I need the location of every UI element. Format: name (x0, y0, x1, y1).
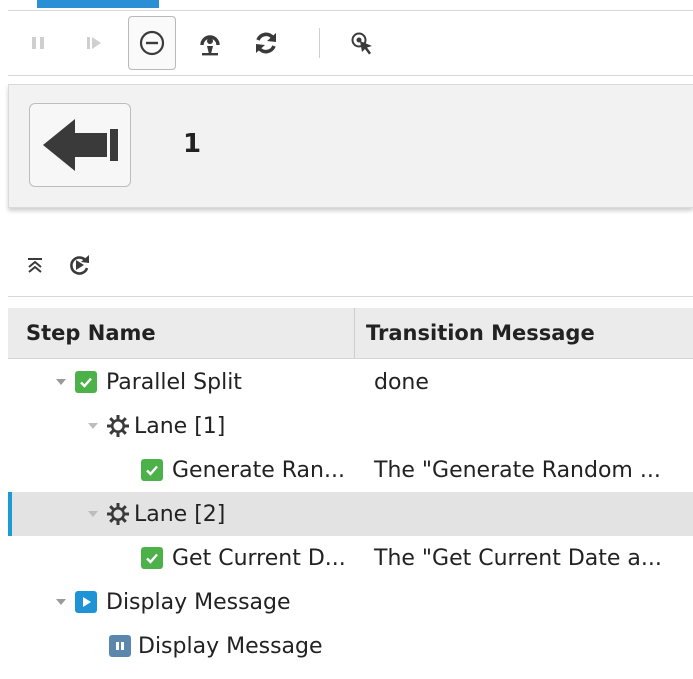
step-forward-icon (87, 37, 101, 49)
gear-icon (106, 414, 130, 438)
back-button[interactable] (29, 103, 131, 187)
pause-icon (108, 634, 132, 658)
step-name: Lane [2] (134, 501, 226, 527)
pause-button[interactable] (14, 16, 62, 70)
transition-message: The "Generate Random ... (374, 457, 661, 483)
replay-button[interactable] (64, 248, 94, 282)
pause-icon (32, 37, 44, 49)
check-icon (140, 458, 164, 482)
tree-toolbar (20, 248, 140, 282)
execution-toolbar (8, 16, 693, 74)
grid-header: Step Name Transition Message (8, 308, 693, 359)
reassign-button[interactable] (186, 16, 234, 70)
check-icon (140, 546, 164, 570)
cancel-icon (139, 30, 165, 56)
step-name: Generate Ran... (172, 457, 345, 483)
tree-row[interactable]: Lane [1] (8, 404, 693, 448)
collapse-all-icon (28, 258, 42, 273)
cursor-target-icon (351, 32, 372, 55)
play-icon (74, 590, 98, 614)
check-icon (74, 370, 98, 394)
column-header-transition-message[interactable]: Transition Message (366, 308, 595, 358)
step-forward-button[interactable] (70, 16, 118, 70)
step-name: Lane [1] (134, 413, 226, 439)
back-arrow-icon (43, 119, 118, 171)
tree-row[interactable]: Parallel Split done (8, 360, 693, 404)
tree-row[interactable]: Display Message (8, 624, 693, 668)
refresh-icon (256, 32, 276, 54)
reassign-icon (200, 35, 220, 56)
divider (8, 10, 693, 11)
step-name: Display Message (106, 589, 291, 615)
cancel-button[interactable] (128, 16, 176, 70)
selection-indicator (8, 492, 12, 536)
step-counter: 1 (183, 129, 202, 159)
column-divider[interactable] (354, 308, 355, 358)
collapse-all-button[interactable] (20, 248, 50, 282)
tree-row[interactable]: Generate Ran... The "Generate Random ... (8, 448, 693, 492)
tree-row[interactable]: Display Message (8, 580, 693, 624)
column-header-step-name[interactable]: Step Name (26, 308, 156, 358)
expand-toggle-icon[interactable] (54, 375, 68, 389)
replay-icon (70, 255, 89, 275)
divider (8, 296, 693, 297)
gear-icon (106, 502, 130, 526)
tree-row-selected[interactable]: Lane [2] (8, 492, 693, 536)
transition-message: The "Get Current Date a... (374, 545, 662, 571)
step-name: Get Current D... (172, 545, 346, 571)
active-tab-indicator (37, 0, 159, 8)
divider (8, 75, 693, 76)
transition-message: done (374, 369, 429, 395)
select-target-button[interactable] (338, 16, 386, 70)
toolbar-separator (319, 28, 320, 58)
step-name: Display Message (138, 633, 323, 659)
step-name: Parallel Split (106, 369, 242, 395)
tree-row[interactable]: Get Current D... The "Get Current Date a… (8, 536, 693, 580)
refresh-button[interactable] (242, 16, 290, 70)
expand-toggle-icon[interactable] (54, 595, 68, 609)
expand-toggle-icon[interactable] (86, 507, 100, 521)
navigation-panel: 1 (8, 84, 693, 208)
expand-toggle-icon[interactable] (86, 419, 100, 433)
